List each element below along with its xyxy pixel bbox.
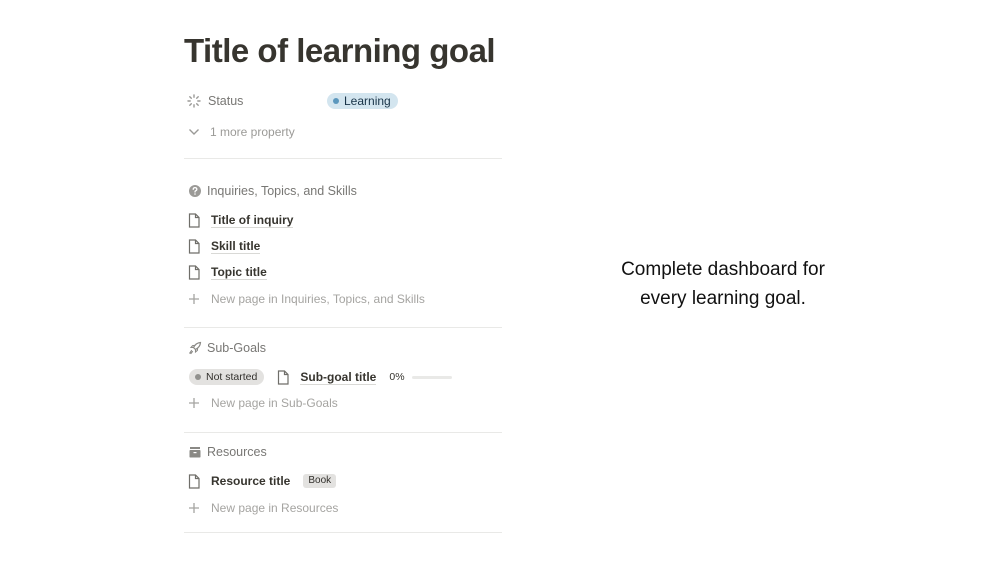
- loader-icon: [186, 93, 202, 109]
- status-badge-label: Not started: [206, 371, 258, 383]
- divider: [184, 327, 502, 328]
- page-icon: [186, 473, 202, 489]
- rocket-icon: [187, 340, 203, 356]
- chevron-down-icon: [186, 124, 202, 140]
- new-page-label-resources: New page in Resources: [211, 501, 339, 515]
- caption-line-2: every learning goal.: [640, 288, 806, 309]
- status-value[interactable]: Learning: [327, 93, 398, 109]
- property-status: Status: [186, 93, 243, 109]
- divider: [184, 432, 502, 433]
- new-page-label-inquiries: New page in Inquiries, Topics, and Skill…: [211, 292, 425, 306]
- page-link-subgoal[interactable]: Sub-goal title: [300, 370, 377, 385]
- plus-icon: [186, 500, 202, 516]
- list-item[interactable]: Title of inquiry: [186, 212, 294, 228]
- new-page-label-subgoals: New page in Sub-Goals: [211, 396, 338, 410]
- progress-percent: 0%: [389, 371, 405, 383]
- section-title-subgoals: Sub-Goals: [207, 341, 267, 355]
- table-row[interactable]: Resource title Book: [186, 473, 337, 489]
- section-header-inquiries[interactable]: Inquiries, Topics, and Skills: [187, 183, 357, 199]
- new-page-button-inquiries[interactable]: New page in Inquiries, Topics, and Skill…: [186, 291, 425, 307]
- plus-icon: [186, 291, 202, 307]
- section-header-subgoals[interactable]: Sub-Goals: [187, 340, 266, 356]
- status-property-label: Status: [208, 94, 244, 108]
- status-dot: [195, 374, 201, 380]
- more-properties-label: 1 more property: [210, 125, 295, 139]
- new-page-button-subgoals[interactable]: New page in Sub-Goals: [186, 395, 338, 411]
- page-link-skill[interactable]: Skill title: [211, 239, 261, 254]
- divider: [184, 532, 502, 533]
- list-item[interactable]: Topic title: [186, 264, 267, 280]
- more-properties-toggle[interactable]: 1 more property: [186, 124, 295, 140]
- section-header-resources[interactable]: Resources: [187, 444, 267, 460]
- page-icon: [186, 264, 202, 280]
- question-circle-icon: [187, 183, 203, 199]
- caption-line-1: Complete dashboard for: [621, 259, 825, 280]
- status-badge-label: Learning: [344, 94, 391, 108]
- status-badge[interactable]: Learning: [327, 93, 398, 109]
- archive-icon: [187, 444, 203, 460]
- page-icon: [186, 212, 202, 228]
- divider: [184, 158, 502, 159]
- page-link-topic[interactable]: Topic title: [211, 265, 267, 280]
- page-title[interactable]: Title of learning goal: [184, 32, 496, 70]
- progress-bar: [411, 375, 452, 379]
- page-icon: [275, 369, 291, 385]
- list-item[interactable]: Skill title: [186, 238, 261, 254]
- page-link-resource[interactable]: Resource title: [211, 474, 290, 488]
- status-dot: [333, 98, 339, 104]
- plus-icon: [186, 395, 202, 411]
- caption: Complete dashboard for every learning go…: [594, 255, 852, 313]
- status-badge[interactable]: Not started: [189, 369, 265, 385]
- new-page-button-resources[interactable]: New page in Resources: [186, 500, 338, 516]
- section-title-resources: Resources: [207, 445, 267, 459]
- page-link-inquiry[interactable]: Title of inquiry: [211, 213, 294, 228]
- page-icon: [186, 238, 202, 254]
- resource-type-tag[interactable]: Book: [303, 474, 337, 488]
- section-title-inquiries: Inquiries, Topics, and Skills: [207, 184, 357, 198]
- table-row[interactable]: Not started Sub-goal title 0%: [189, 369, 452, 385]
